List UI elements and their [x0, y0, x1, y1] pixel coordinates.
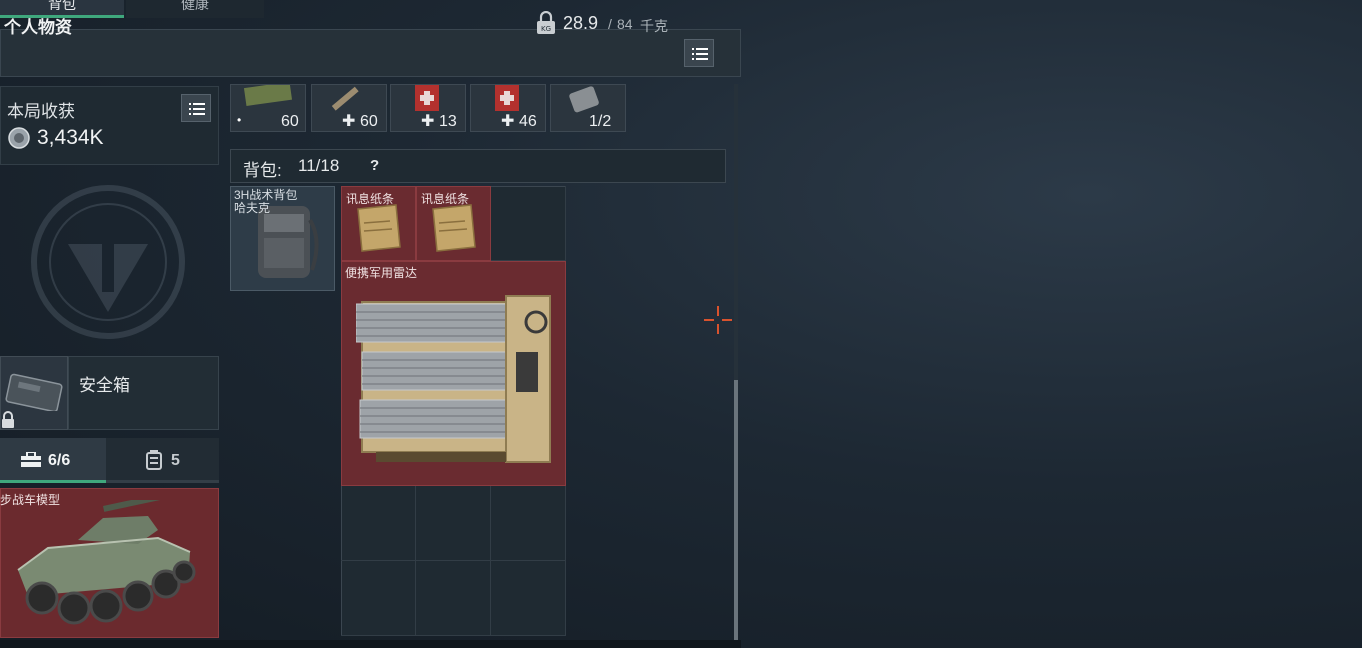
- quick-slot-count: 13: [439, 113, 457, 130]
- item-label: 便携军用雷达: [345, 266, 418, 280]
- item-note-2[interactable]: 讯息纸条: [416, 186, 491, 261]
- help-button[interactable]: ?: [370, 157, 379, 174]
- grid-cell[interactable]: [491, 561, 566, 636]
- backpack-label: 背包:: [243, 161, 282, 180]
- earnings-value: 3,434K: [37, 126, 104, 149]
- header-menu-button[interactable]: [684, 39, 714, 67]
- safebox-slot[interactable]: [0, 356, 68, 430]
- quick-slot-medkit-b[interactable]: ✚ 46: [470, 84, 546, 132]
- paper-note-icon: [432, 204, 476, 252]
- quick-slot-prefix: •: [237, 113, 242, 127]
- toolbox-count: 6/6: [48, 452, 71, 469]
- safebox-case-icon: [5, 373, 63, 411]
- lock-icon: [2, 411, 14, 428]
- ifv-model-icon: [17, 500, 196, 625]
- weight-unit: 千克: [640, 18, 668, 34]
- radar-icon: [356, 295, 551, 463]
- armor-plate-icon: [569, 86, 599, 113]
- grid-cell[interactable]: [341, 561, 416, 636]
- page-title: 个人物资: [4, 18, 72, 37]
- quick-slot-prefix: ✚: [342, 113, 356, 130]
- grid-cell[interactable]: [416, 486, 491, 561]
- syringe-icon: [331, 86, 359, 111]
- inventory-header: [0, 29, 741, 77]
- medkit-icon: [495, 85, 519, 111]
- weight-separator: /: [608, 16, 612, 32]
- quick-slot-syringe[interactable]: ✚ 60: [311, 84, 387, 132]
- paper-note-icon: [357, 204, 401, 252]
- panel-bottom-edge: [0, 640, 741, 648]
- svg-text:KG: KG: [541, 25, 551, 33]
- backpack-name-line2: 哈夫克: [234, 201, 271, 215]
- quick-slot-count: 46: [519, 113, 537, 130]
- canister-icon: [146, 450, 162, 470]
- list-menu-icon: [189, 103, 205, 115]
- quick-slot-count: 60: [360, 113, 378, 130]
- earnings-label: 本局收获: [7, 102, 75, 121]
- crosshair-icon: [704, 306, 732, 334]
- ammo-box-icon: [243, 85, 293, 106]
- weight-max: 84: [617, 16, 633, 32]
- quick-slot-count: 60: [281, 113, 299, 130]
- quick-slot-ammo[interactable]: • 60: [230, 84, 306, 132]
- quick-slot-prefix: ✚: [421, 113, 435, 130]
- safebox-label: 安全箱: [79, 376, 130, 395]
- backpack-name: 3H战术背包 哈夫克: [234, 189, 324, 215]
- item-note-1[interactable]: 讯息纸条: [341, 186, 416, 261]
- quick-slot-prefix: ✚: [501, 113, 515, 130]
- grid-cell[interactable]: [491, 486, 566, 561]
- faction-emblem-icon: [31, 185, 185, 339]
- earnings-menu-button[interactable]: [181, 94, 211, 122]
- scrollbar-thumb[interactable]: [734, 380, 738, 640]
- grid-cell[interactable]: [341, 486, 416, 561]
- tab-canister[interactable]: [106, 438, 219, 483]
- quick-slot-medkit-a[interactable]: ✚ 13: [390, 84, 466, 132]
- lock-weight-icon: KG: [537, 11, 555, 34]
- grid-cell[interactable]: [416, 561, 491, 636]
- grid-cell[interactable]: [491, 186, 566, 261]
- quick-slot-armor-plate[interactable]: 1/2: [550, 84, 626, 132]
- coin-icon: [8, 127, 30, 149]
- backpack-capacity: 11/18: [298, 156, 340, 175]
- weight-current: 28.9: [563, 13, 599, 33]
- tab-health[interactable]: 健康: [126, 0, 264, 18]
- medkit-icon: [415, 85, 439, 111]
- toolbox-icon: [21, 452, 41, 467]
- quick-slot-count: 1/2: [589, 113, 612, 130]
- list-menu-icon: [692, 48, 708, 60]
- canister-count: 5: [171, 452, 180, 469]
